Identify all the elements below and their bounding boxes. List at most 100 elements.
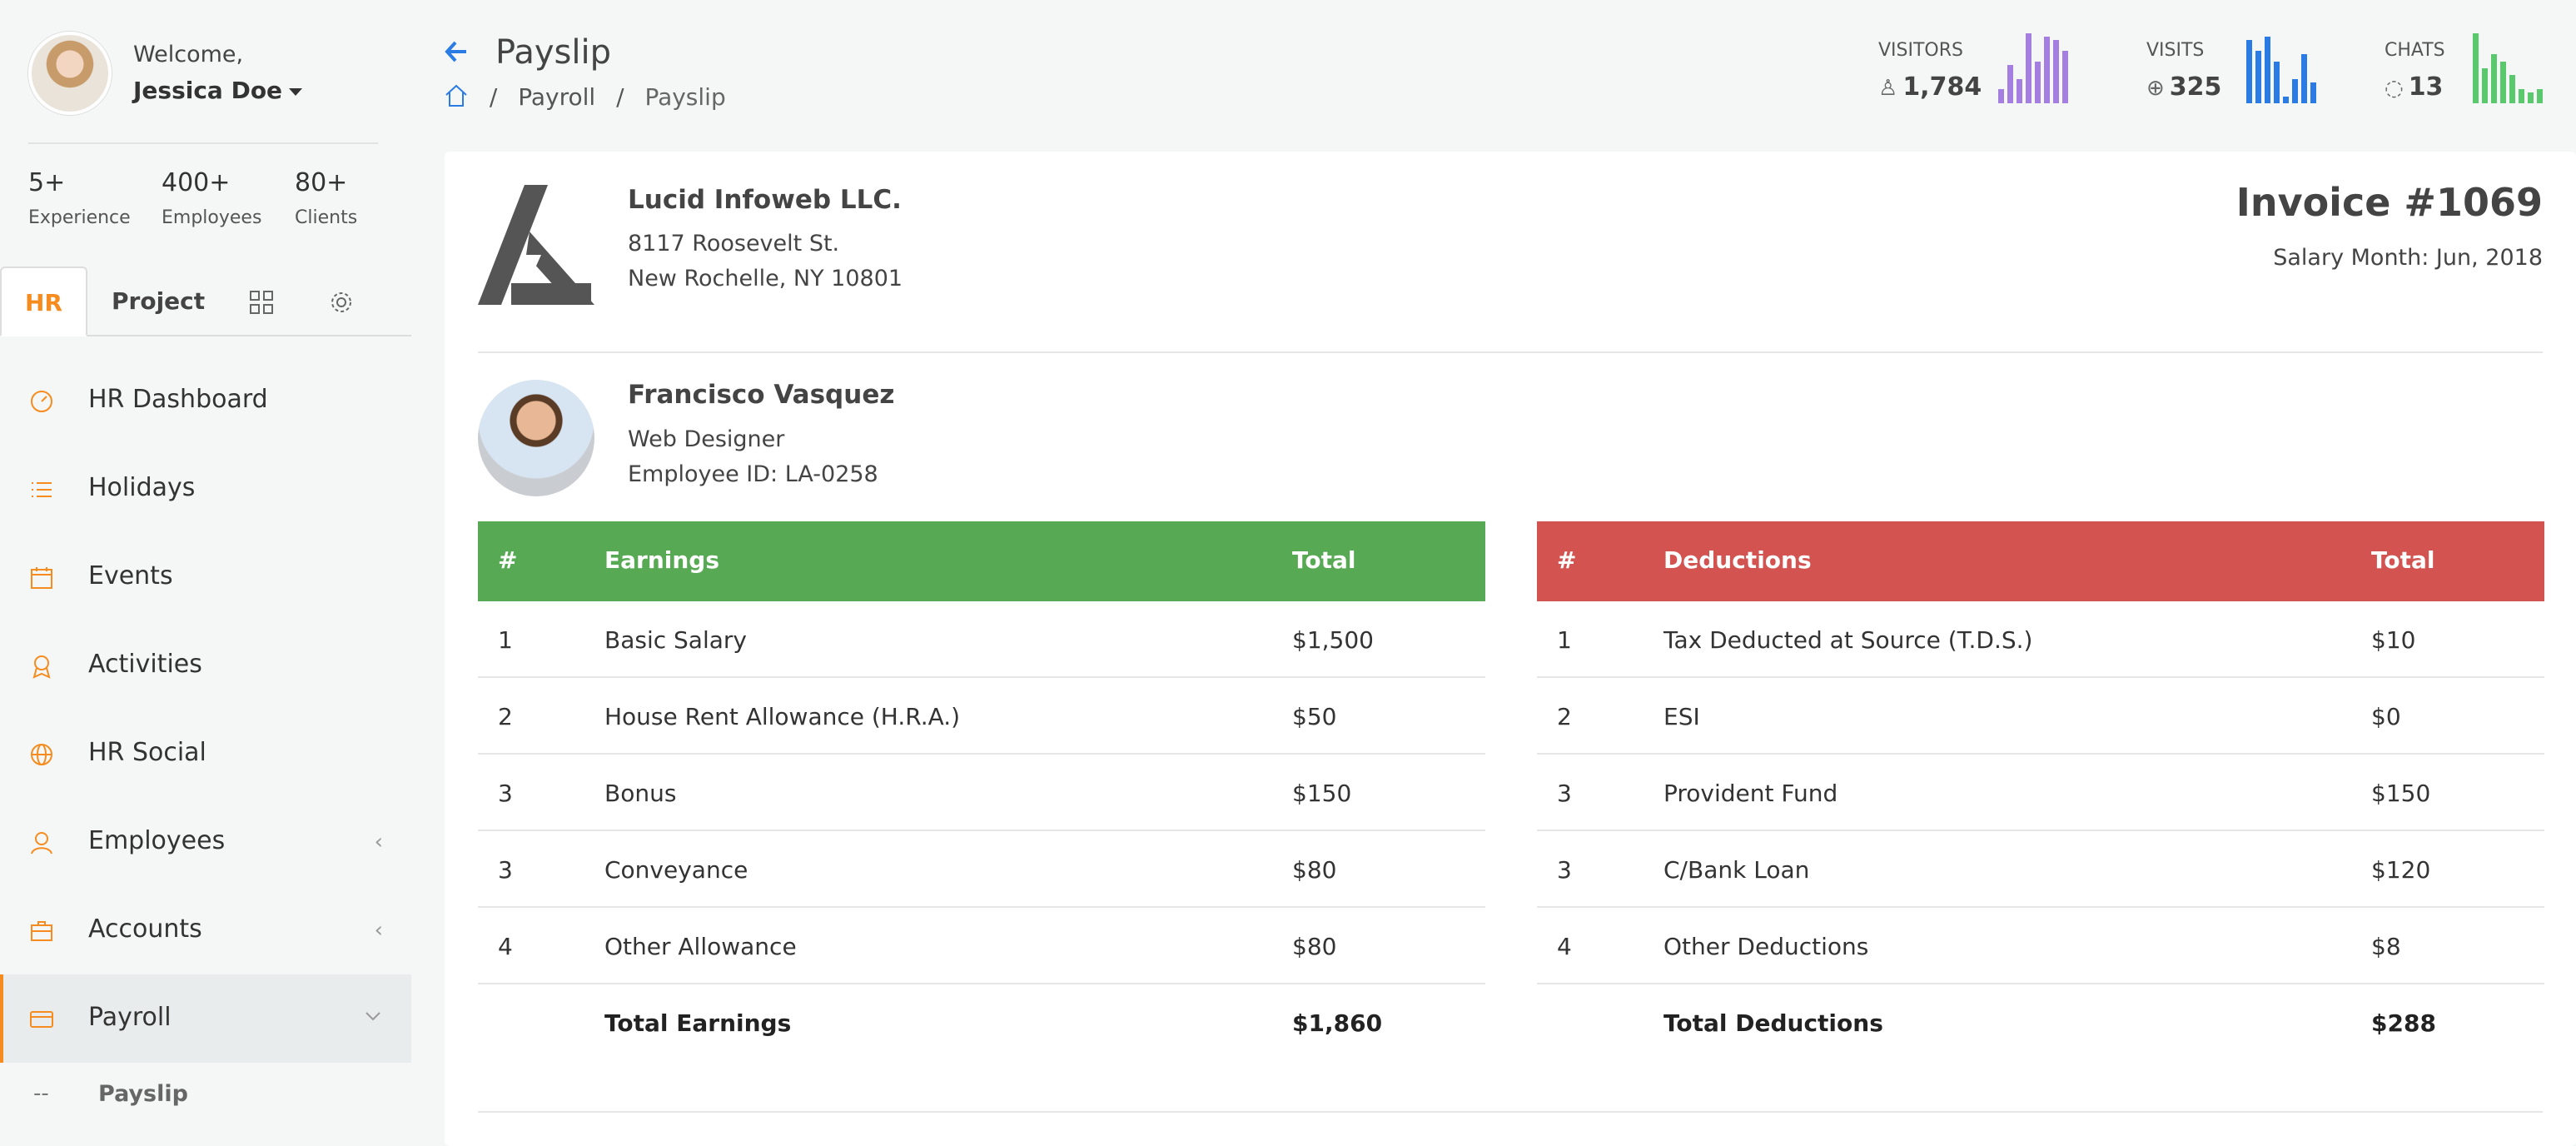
row-amount: $10: [2371, 626, 2416, 654]
sidebar-item-hr-social[interactable]: HR Social: [0, 710, 411, 798]
row-index: 3: [1557, 856, 1572, 884]
sidebar-item-label: Events: [88, 561, 173, 590]
chevron-down-icon: [363, 1006, 383, 1032]
row-amount: $150: [1292, 780, 1352, 807]
sparkline-bar: [2274, 62, 2280, 103]
row-label: Provident Fund: [1663, 780, 1838, 807]
sidebar-item-hr-dashboard[interactable]: HR Dashboard: [0, 356, 411, 445]
column-header-earnings: Earnings: [604, 546, 720, 574]
employee-id: Employee ID: LA-0258: [628, 461, 878, 487]
badge-icon: [28, 653, 55, 680]
sidebar-item-label: HR Social: [88, 738, 206, 767]
row-amount: $0: [2371, 703, 2401, 730]
briefcase-icon: [28, 918, 55, 944]
total-earnings-value: $1,860: [1292, 1009, 1383, 1037]
stat-label: Employees: [162, 207, 262, 228]
sparkline-bar: [2026, 33, 2031, 103]
back-arrow-icon[interactable]: [444, 38, 469, 72]
row-label: Bonus: [604, 780, 677, 807]
globe-icon: [28, 741, 55, 768]
sidebar-tabs: HR Project: [0, 267, 411, 336]
sidebar-item-employees[interactable]: Employees ‹: [0, 798, 411, 886]
sidebar-subitem-payslip[interactable]: -- Payslip: [0, 1063, 411, 1138]
row-amount: $50: [1292, 703, 1337, 730]
row-index: 3: [498, 856, 513, 884]
sidebar-item-holidays[interactable]: Holidays: [0, 445, 411, 533]
table-row: 3 Provident Fund $150: [1537, 755, 2544, 831]
home-icon[interactable]: [444, 83, 476, 111]
column-header-total: Total: [1292, 546, 1356, 574]
sparkline-bar: [2283, 97, 2289, 103]
row-amount: $80: [1292, 856, 1337, 884]
row-label: House Rent Allowance (H.R.A.): [604, 703, 961, 730]
sparkline-bar: [2265, 37, 2270, 103]
stat-value: 5+: [28, 168, 66, 197]
stat-value: 80+: [295, 168, 348, 197]
stat-clients: 80+ Clients: [295, 168, 357, 228]
sidebar-item-events[interactable]: Events: [0, 533, 411, 621]
globe-icon: ⊕: [2146, 76, 2165, 101]
chevron-left-icon: ‹: [374, 830, 383, 855]
visits-sparkline: [2246, 33, 2316, 103]
tab-project[interactable]: Project: [112, 267, 205, 336]
row-index: 4: [1557, 933, 1572, 960]
sidebar-item-label: Accounts: [88, 914, 202, 944]
salary-month: Salary Month: Jun, 2018: [2273, 245, 2543, 271]
tab-hr[interactable]: HR: [0, 267, 87, 336]
gear-icon: [331, 292, 351, 312]
deductions-table-header: # Deductions Total: [1537, 521, 2544, 601]
sidebar-item-activities[interactable]: Activities: [0, 621, 411, 710]
credit-card-icon: [28, 1006, 55, 1033]
stats: 5+ Experience 400+ Employees 80+ Clients: [28, 168, 395, 235]
row-index: 3: [498, 780, 513, 807]
row-index: 2: [498, 703, 513, 730]
sidebar-item-label: HR Dashboard: [88, 385, 268, 414]
breadcrumb-payroll[interactable]: Payroll: [518, 83, 595, 111]
speedometer-icon: [28, 388, 55, 415]
column-header-total: Total: [2371, 546, 2435, 574]
table-row: 1 Tax Deducted at Source (T.D.S.) $10: [1537, 601, 2544, 678]
row-label: Other Deductions: [1663, 933, 1869, 960]
column-header-index: #: [498, 546, 518, 574]
user-name: Jessica Doe: [133, 77, 283, 104]
deductions-table: # Deductions Total 1 Tax Deducted at Sou…: [1537, 521, 2544, 1061]
earnings-table-header: # Earnings Total: [478, 521, 1485, 601]
table-row: 2 House Rent Allowance (H.R.A.) $50: [478, 678, 1485, 755]
stat-label: Experience: [28, 207, 131, 228]
sparkline-bar: [2246, 40, 2252, 103]
sparkline-bar: [2500, 62, 2506, 103]
row-index: 1: [498, 626, 513, 654]
metric-visitors: VISITORS ♙ 1,784: [1878, 40, 1982, 102]
sparkline-bar: [2017, 79, 2022, 103]
total-earnings-label: Total Earnings: [604, 1009, 792, 1037]
sparkline-bar: [2292, 79, 2298, 103]
list-icon: [28, 476, 55, 503]
tab-settings[interactable]: [325, 267, 358, 336]
metric-value: 325: [2169, 72, 2222, 102]
user-name-dropdown[interactable]: Jessica Doe: [133, 77, 303, 104]
column-header-deductions: Deductions: [1663, 546, 1812, 574]
sidebar: Welcome, Jessica Doe 5+ Experience 400+ …: [0, 0, 411, 1146]
invoice-number: Invoice #1069: [2235, 180, 2543, 225]
breadcrumb-separator: /: [616, 83, 624, 111]
sidebar-item-label: Activities: [88, 650, 202, 679]
employee-role: Web Designer: [628, 426, 785, 452]
metric-visits: VISITS ⊕ 325: [2146, 40, 2221, 102]
table-row: 1 Basic Salary $1,500: [478, 601, 1485, 678]
sidebar-item-payroll[interactable]: Payroll: [0, 974, 411, 1063]
sidebar-subitem-label: Payslip: [98, 1081, 188, 1107]
sparkline-bar: [2007, 65, 2013, 103]
metric-value: 1,784: [1902, 72, 1982, 102]
breadcrumb-payslip: Payslip: [644, 83, 726, 111]
row-label: Other Allowance: [604, 933, 797, 960]
row-label: Basic Salary: [604, 626, 747, 654]
tab-apps[interactable]: [245, 267, 278, 336]
stat-employees: 400+ Employees: [162, 168, 261, 228]
sidebar-item-accounts[interactable]: Accounts ‹: [0, 886, 411, 974]
page-title: Payslip: [495, 33, 611, 72]
column-header-index: #: [1557, 546, 1577, 574]
avatar[interactable]: [28, 32, 112, 115]
row-index: 1: [1557, 626, 1572, 654]
sparkline-bar: [2491, 54, 2497, 103]
sparkline-bar: [2537, 89, 2543, 103]
